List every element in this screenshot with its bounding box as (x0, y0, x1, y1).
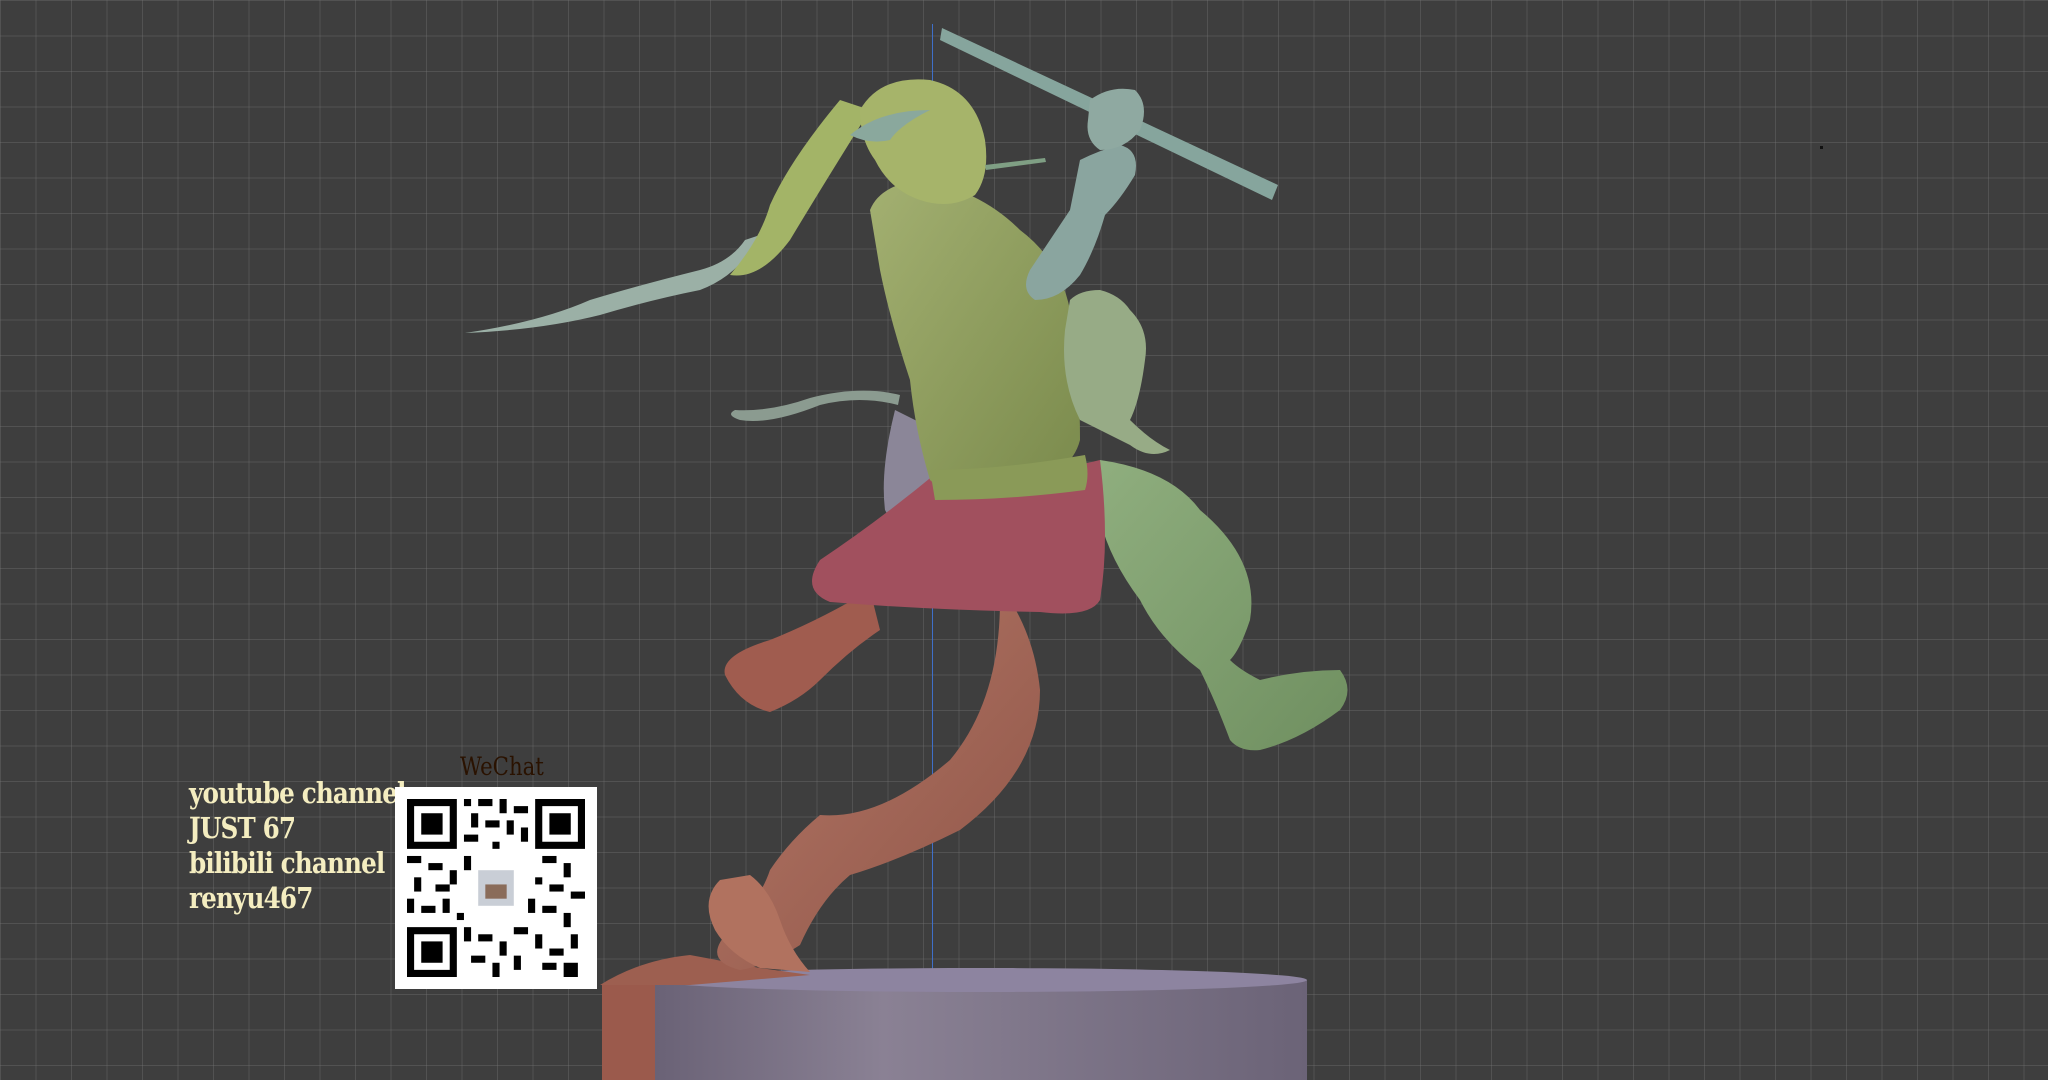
arm (1026, 145, 1136, 300)
head (860, 79, 987, 204)
credit-bilibili-label: bilibili channel (189, 846, 385, 880)
credit-youtube-label: youtube channel (189, 776, 406, 810)
ponytail (465, 235, 760, 333)
cloth-flap (724, 590, 880, 712)
wechat-label: WeChat (460, 752, 544, 781)
tail (731, 390, 900, 421)
credit-youtube-name: JUST 67 (189, 811, 296, 845)
hair-back (730, 100, 870, 276)
credit-bilibili-name: renyu467 (189, 881, 313, 915)
wechat-qr-code (395, 787, 597, 989)
pedestal (600, 955, 1307, 1080)
3d-viewport[interactable]: youtube channel JUST 67 bilibili channel… (0, 0, 2048, 1080)
sculpt-model[interactable] (0, 0, 2048, 1080)
channel-credits: youtube channel JUST 67 bilibili channel… (189, 776, 406, 916)
viewport-marker (1820, 146, 1823, 149)
green-leg (1100, 460, 1348, 751)
qr-code-icon (407, 799, 585, 977)
flute (985, 158, 1046, 170)
hand (1087, 88, 1144, 150)
